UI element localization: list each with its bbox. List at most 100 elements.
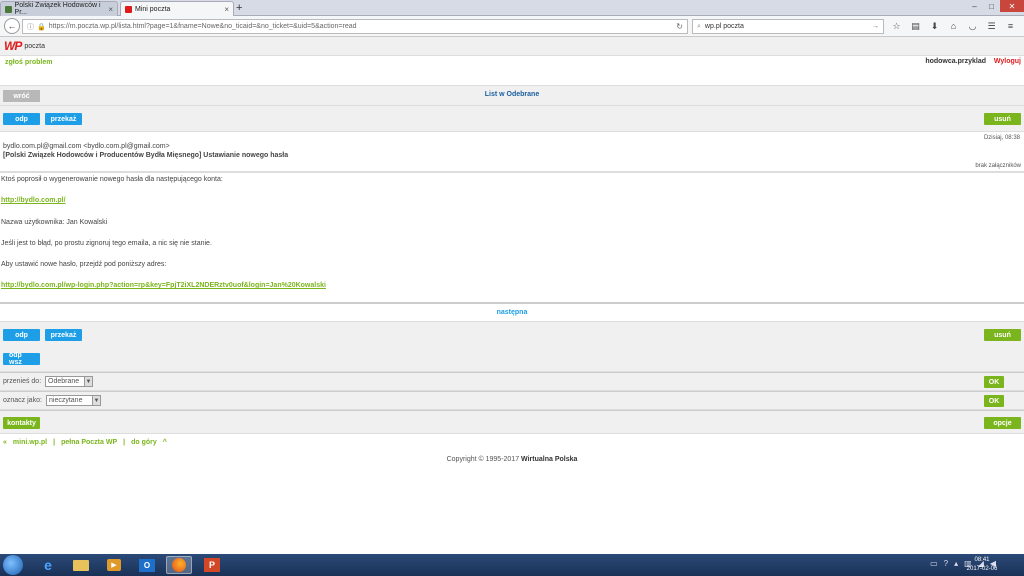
body-line: Nazwa użytkownika: Jan Kowalski	[1, 219, 108, 226]
media-player-icon[interactable]: ▶	[101, 556, 127, 574]
internet-explorer-icon[interactable]: e	[35, 556, 61, 574]
message-header: Dzisiaj, 08:38 bydlo.com.pl@gmail.com <b…	[0, 132, 1024, 172]
footer-up-icon[interactable]: ^	[163, 439, 167, 446]
download-icon[interactable]: ⬇	[928, 19, 941, 33]
next-link[interactable]: następna	[0, 309, 1024, 316]
browser-tab-1[interactable]: Polski Związek Hodowców i Pr... ×	[0, 1, 118, 16]
tray-icon[interactable]: ▭	[930, 559, 938, 568]
search-icon: ⌕	[697, 22, 701, 30]
info-icon[interactable]: ⓘ	[27, 22, 34, 32]
mark-as-select[interactable]: nieczytane ▼	[46, 395, 101, 406]
tab-title: Polski Związek Hodowców i Pr...	[14, 2, 101, 16]
delete-button[interactable]: usuń	[984, 113, 1021, 125]
delete-button[interactable]: usuń	[984, 329, 1021, 341]
nav-row: wróć List w Odebrane	[0, 85, 1024, 106]
reply-button[interactable]: odp	[3, 113, 40, 125]
footer: « mini.wp.pl | pełna Poczta WP | do góry…	[0, 434, 1024, 474]
footer-separator: |	[123, 439, 126, 446]
message-from: bydlo.com.pl@gmail.com <bydlo.com.pl@gma…	[3, 143, 170, 150]
options-button[interactable]: opcje	[984, 417, 1021, 429]
bookmark-star-icon[interactable]: ☆	[890, 19, 903, 33]
action-row-bottom: odp przekaż usuń odp wsz	[0, 322, 1024, 372]
logout-link[interactable]: Wyloguj	[994, 58, 1021, 65]
outlook-icon[interactable]: O	[134, 556, 160, 574]
footer-link-top[interactable]: do góry	[131, 439, 157, 446]
page-content: WP poczta zgłoś problem hodowca.przyklad…	[0, 37, 1024, 554]
url-text: https://m.poczta.wp.pl/lista.html?page=1…	[48, 23, 357, 30]
search-value: wp.pl poczta	[704, 23, 744, 30]
move-folder-select[interactable]: Odebrane ▼	[45, 376, 93, 387]
wp-logo[interactable]: WP	[4, 39, 22, 53]
body-link[interactable]: http://bydlo.com.pl/	[1, 197, 66, 204]
mark-row: oznacz jako: nieczytane ▼ OK	[0, 391, 1024, 410]
forward-button[interactable]: przekaż	[45, 329, 82, 341]
browser-tab-bar: Polski Związek Hodowców i Pr... × Mini p…	[0, 0, 1024, 16]
search-bar[interactable]: ⌕ wp.pl poczta →	[692, 19, 884, 34]
logo-text: poczta	[24, 42, 45, 50]
mark-label: oznacz jako:	[3, 397, 42, 404]
footer-links: « mini.wp.pl | pełna Poczta WP | do góry…	[3, 439, 167, 446]
message-body: Ktoś poprosił o wygenerowanie nowego has…	[0, 172, 1024, 304]
file-explorer-icon[interactable]	[68, 556, 94, 574]
reset-password-link[interactable]: http://bydlo.com.pl/wp-login.php?action=…	[1, 282, 326, 289]
pocket-icon[interactable]: ◡	[966, 19, 979, 33]
body-line: Aby ustawić nowe hasło, przejdź pod poni…	[1, 261, 167, 268]
url-bar[interactable]: ⓘ 🔒 https://m.poczta.wp.pl/lista.html?pa…	[22, 19, 688, 34]
copyright-company: Wirtualna Polska	[521, 456, 578, 463]
clock-time: 08:41	[974, 557, 990, 563]
reply-all-button[interactable]: odp wsz	[3, 352, 40, 366]
back-icon[interactable]: ←	[4, 18, 20, 34]
report-problem-link[interactable]: zgłoś problem	[5, 59, 52, 66]
clock[interactable]: 08:41 2017-02-06	[962, 556, 1002, 574]
reader-icon[interactable]: ☰	[985, 19, 998, 33]
page-title: List w Odebrane	[484, 91, 540, 98]
footer-link-full[interactable]: pełna Poczta WP	[61, 439, 117, 446]
top-bar: zgłoś problem hodowca.przyklad Wyloguj	[0, 56, 1024, 85]
action-row-top: odp przekaż usuń	[0, 106, 1024, 132]
footer-prev-icon[interactable]: «	[3, 439, 7, 446]
firefox-icon[interactable]	[166, 556, 192, 574]
new-tab-icon[interactable]: +	[236, 2, 242, 14]
close-window-icon[interactable]: ✕	[1000, 0, 1024, 12]
reload-icon[interactable]: ↻	[676, 22, 683, 31]
powerpoint-icon[interactable]: P	[199, 556, 225, 574]
home-icon[interactable]: ⌂	[947, 19, 960, 33]
mark-ok-button[interactable]: OK	[984, 395, 1004, 407]
footer-link-mini[interactable]: mini.wp.pl	[13, 439, 47, 446]
reply-button[interactable]: odp	[3, 329, 40, 341]
start-button-icon[interactable]	[3, 555, 23, 575]
body-line: Jeśli jest to błąd, po prostu zignoruj t…	[1, 240, 212, 247]
copyright-text: Copyright © 1995-2017	[446, 456, 520, 463]
site-header: WP poczta	[0, 37, 1024, 56]
move-label: przenieś do:	[3, 378, 42, 385]
site-favicon	[5, 5, 12, 13]
attachments-info: brak załączników	[975, 163, 1021, 169]
minimize-icon[interactable]: –	[966, 0, 983, 12]
go-arrow-icon[interactable]: →	[872, 23, 879, 30]
username: hodowca.przyklad	[925, 58, 986, 65]
close-tab-icon[interactable]: ×	[108, 5, 113, 14]
wp-favicon	[125, 5, 132, 13]
next-row: następna	[0, 304, 1024, 322]
bottom-action-row: kontakty opcje	[0, 410, 1024, 434]
footer-separator: |	[53, 439, 56, 446]
dropdown-arrow-icon: ▼	[92, 396, 100, 405]
body-line: Ktoś poprosił o wygenerowanie nowego has…	[1, 176, 223, 183]
tab-title: Mini poczta	[135, 5, 171, 13]
message-date: Dzisiaj, 08:38	[983, 135, 1020, 141]
move-row: przenieś do: Odebrane ▼ OK	[0, 372, 1024, 391]
close-tab-icon[interactable]: ×	[224, 5, 229, 14]
show-hidden-icon[interactable]: ▴	[954, 559, 958, 568]
forward-button[interactable]: przekaż	[45, 113, 82, 125]
menu-icon[interactable]: ≡	[1004, 19, 1017, 33]
maximize-icon[interactable]: □	[983, 0, 1000, 12]
windows-taskbar: e ▶ O P ▭ ? ▴ ▥ ◢ ◀ 08:41 2017-02-06	[0, 554, 1024, 576]
library-icon[interactable]: ▤	[909, 19, 922, 33]
contacts-button[interactable]: kontakty	[3, 417, 40, 429]
mark-as-value: nieczytane	[49, 397, 83, 404]
browser-tab-2[interactable]: Mini poczta ×	[120, 1, 234, 16]
move-ok-button[interactable]: OK	[984, 376, 1004, 388]
message-subject: [Polski Związek Hodowców i Producentów B…	[3, 152, 289, 159]
move-folder-value: Odebrane	[48, 378, 80, 385]
help-icon[interactable]: ?	[944, 559, 948, 568]
